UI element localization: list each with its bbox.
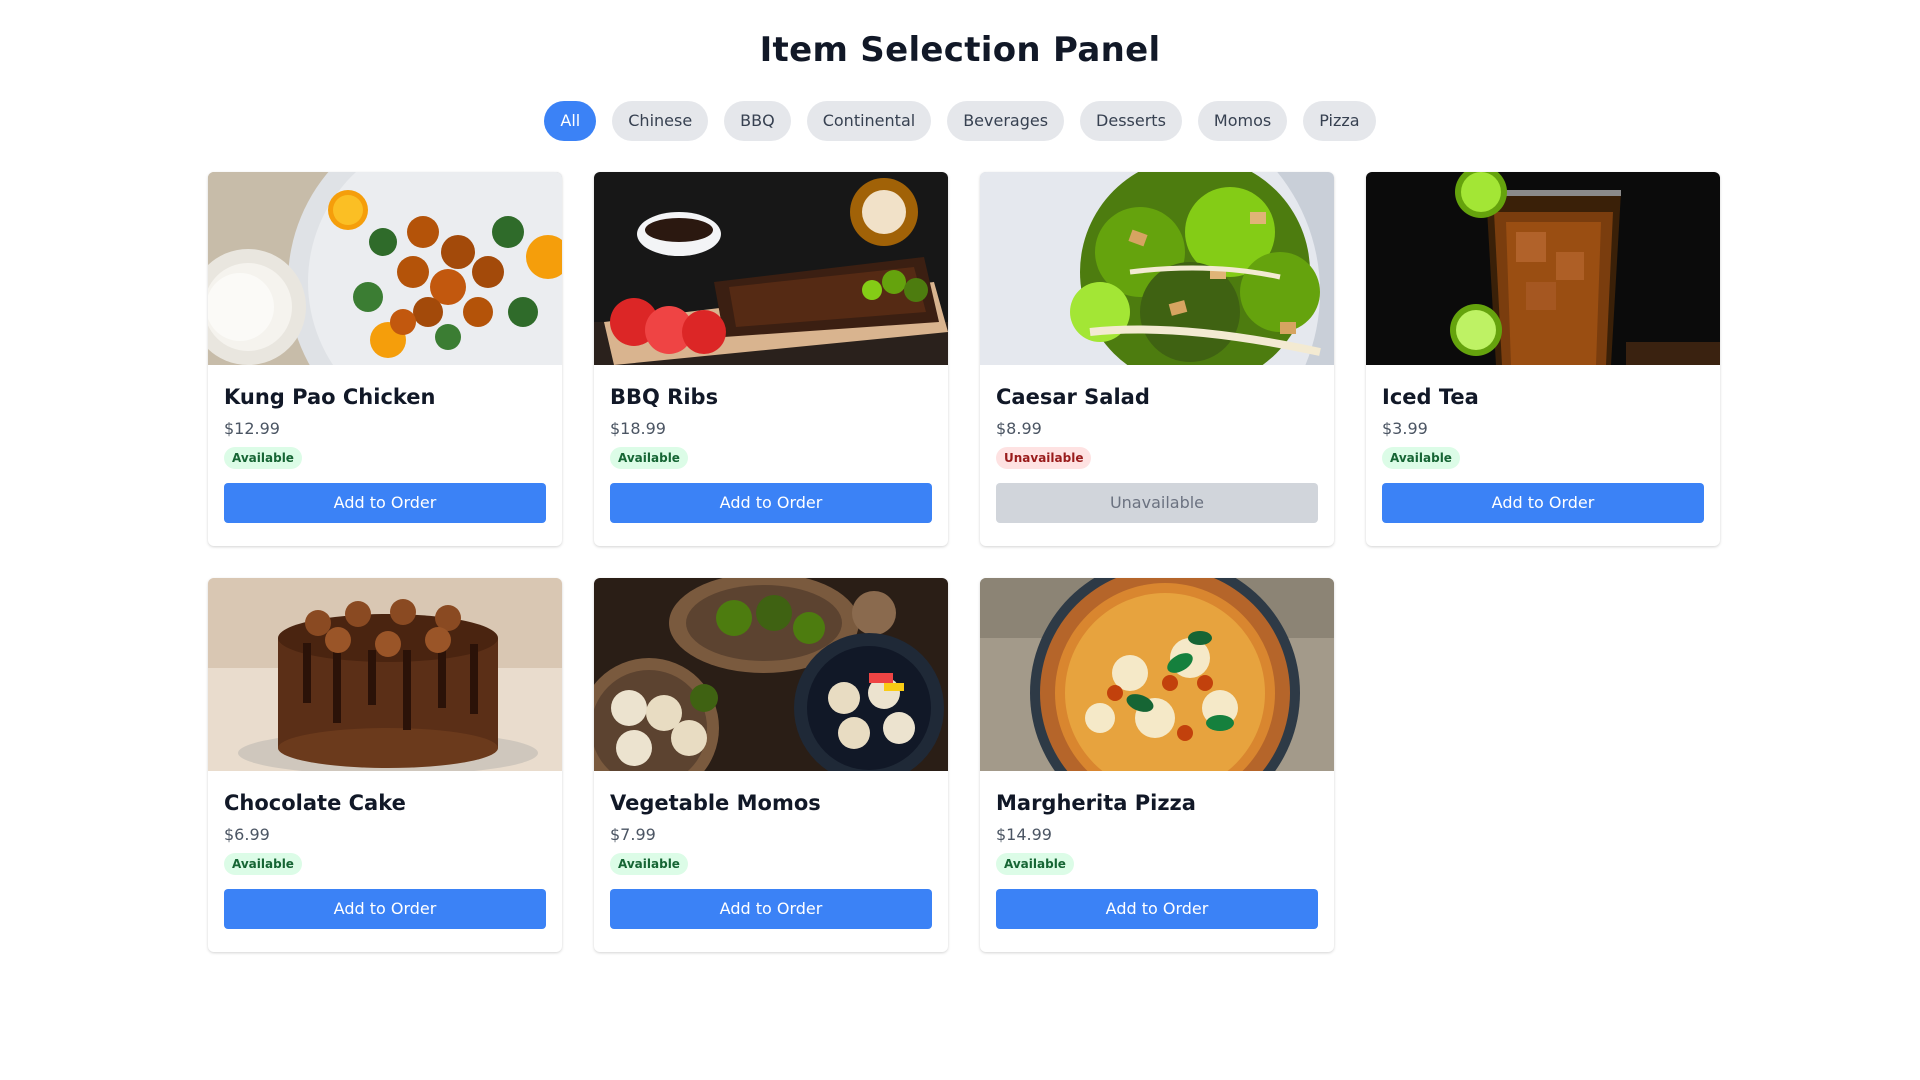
status-badge: Available [610, 853, 688, 875]
add-to-order-button[interactable]: Add to Order [996, 889, 1318, 929]
margherita-pizza-photo [980, 578, 1334, 771]
filter-chip-pizza[interactable]: Pizza [1303, 101, 1376, 141]
filter-chip-chinese[interactable]: Chinese [612, 101, 709, 141]
unavailable-button[interactable]: Unavailable [996, 483, 1318, 523]
item-name: Chocolate Cake [224, 791, 406, 815]
item-card: Kung Pao Chicken $12.99 Available Add to… [208, 172, 562, 546]
item-price: $8.99 [996, 419, 1042, 438]
chocolate-cake-photo [208, 578, 562, 771]
caesar-salad-photo [980, 172, 1334, 365]
filter-chip-all[interactable]: All [544, 101, 597, 141]
item-selection-page: Item Selection Panel All Chinese BBQ Con… [0, 0, 1920, 1080]
page-title: Item Selection Panel [759, 30, 1161, 70]
item-name: Margherita Pizza [996, 791, 1196, 815]
add-to-order-button[interactable]: Add to Order [224, 889, 546, 929]
item-price: $14.99 [996, 825, 1052, 844]
item-price: $3.99 [1382, 419, 1428, 438]
bbq-ribs-photo [594, 172, 948, 365]
item-price: $6.99 [224, 825, 270, 844]
status-badge: Available [224, 853, 302, 875]
iced-tea-photo [1366, 172, 1720, 365]
item-card: BBQ Ribs $18.99 Available Add to Order [594, 172, 948, 546]
item-name: Vegetable Momos [610, 791, 821, 815]
status-badge: Available [996, 853, 1074, 875]
item-card: Caesar Salad $8.99 Unavailable Unavailab… [980, 172, 1334, 546]
add-to-order-button[interactable]: Add to Order [224, 483, 546, 523]
filter-chip-momos[interactable]: Momos [1197, 101, 1288, 141]
vegetable-momos-photo [594, 578, 948, 771]
item-name: Kung Pao Chicken [224, 385, 436, 409]
category-filter-bar: All Chinese BBQ Continental Beverages De… [0, 101, 1920, 141]
item-name: Caesar Salad [996, 385, 1150, 409]
item-name: Iced Tea [1382, 385, 1479, 409]
item-card: Iced Tea $3.99 Available Add to Order [1366, 172, 1720, 546]
status-badge: Available [224, 447, 302, 469]
item-card: Margherita Pizza $14.99 Available Add to… [980, 578, 1334, 952]
item-grid: Kung Pao Chicken $12.99 Available Add to… [208, 172, 1720, 952]
filter-chip-beverages[interactable]: Beverages [947, 101, 1065, 141]
item-price: $7.99 [610, 825, 656, 844]
item-card: Vegetable Momos $7.99 Available Add to O… [594, 578, 948, 952]
filter-chip-desserts[interactable]: Desserts [1080, 101, 1182, 141]
item-price: $18.99 [610, 419, 666, 438]
add-to-order-button[interactable]: Add to Order [610, 483, 932, 523]
status-badge: Available [1382, 447, 1460, 469]
kung-pao-chicken-photo [208, 172, 562, 365]
item-card: Chocolate Cake $6.99 Available Add to Or… [208, 578, 562, 952]
add-to-order-button[interactable]: Add to Order [1382, 483, 1704, 523]
item-price: $12.99 [224, 419, 280, 438]
status-badge: Unavailable [996, 447, 1092, 469]
add-to-order-button[interactable]: Add to Order [610, 889, 932, 929]
item-name: BBQ Ribs [610, 385, 719, 409]
filter-chip-continental[interactable]: Continental [806, 101, 932, 141]
status-badge: Available [610, 447, 688, 469]
filter-chip-bbq[interactable]: BBQ [724, 101, 791, 141]
